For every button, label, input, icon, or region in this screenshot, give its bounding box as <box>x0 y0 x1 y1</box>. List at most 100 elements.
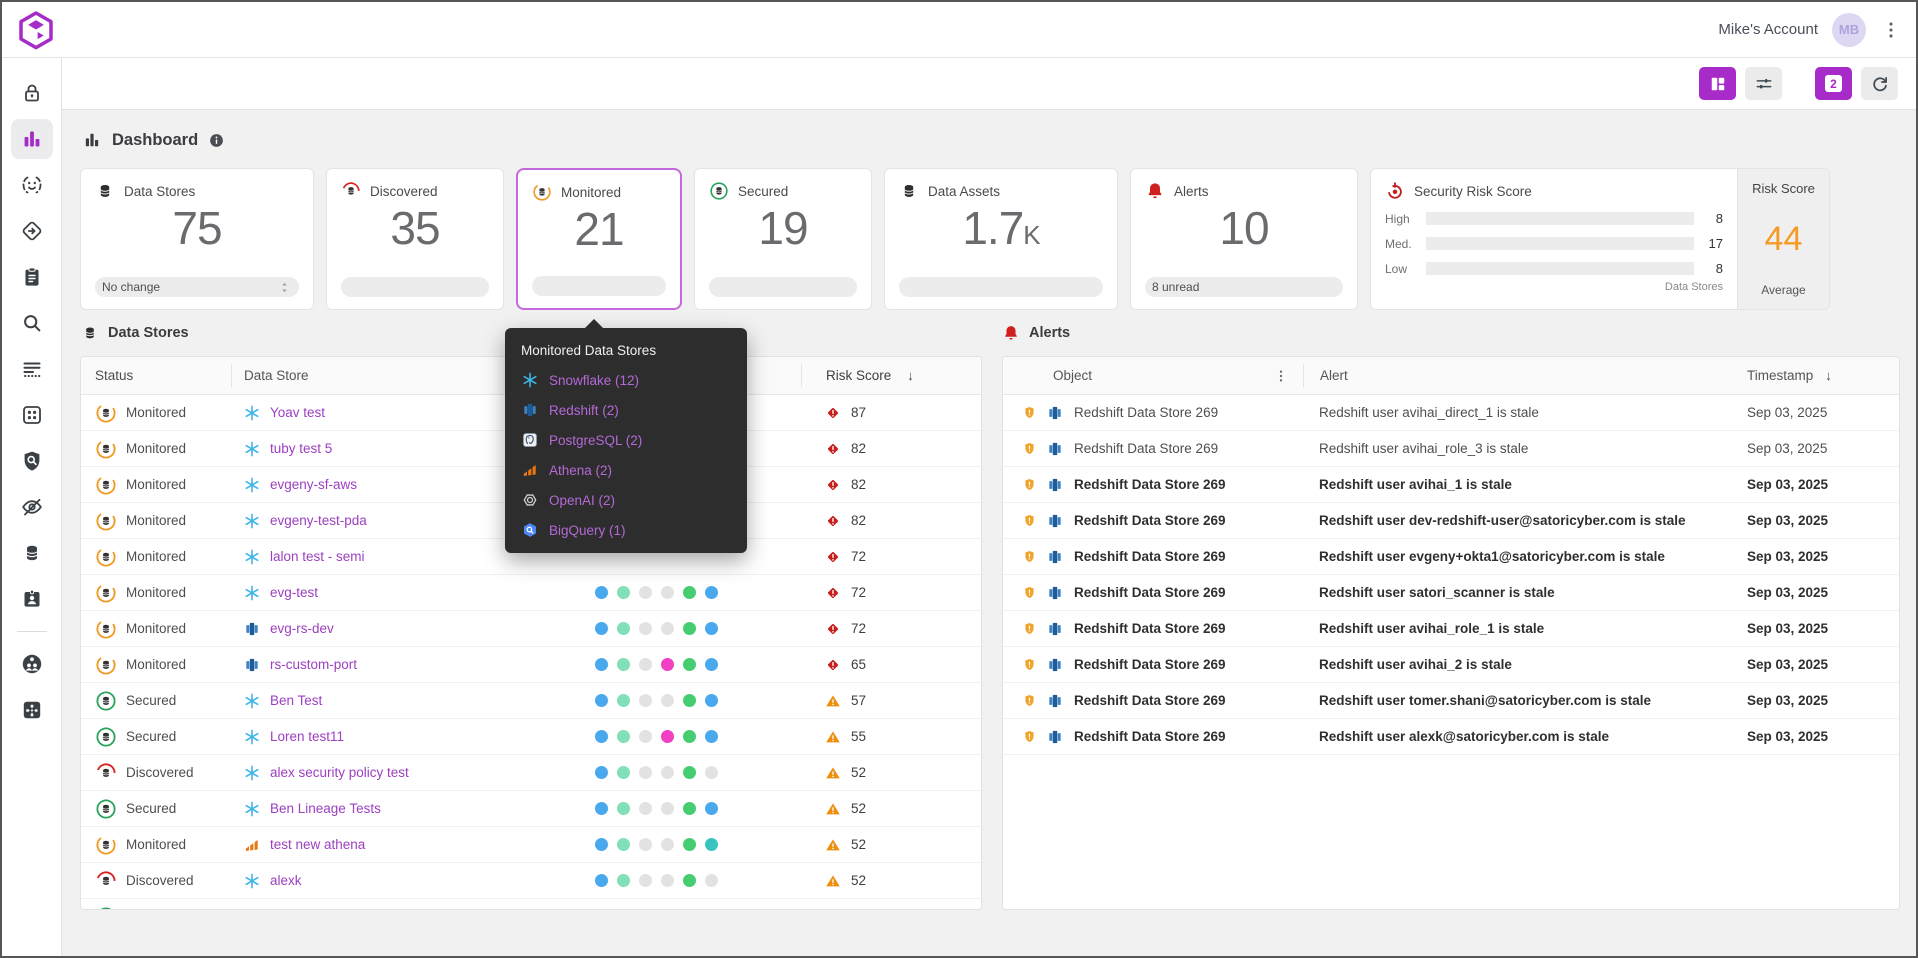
stat-card-monitored[interactable]: Monitored 21 <box>516 168 682 310</box>
datastore-link[interactable]: alex security policy test <box>270 765 409 780</box>
alert-timestamp-cell: Sep 03, 2025 <box>1747 513 1829 528</box>
stat-card-data-stores[interactable]: Data Stores 75 No change <box>80 168 314 310</box>
info-icon[interactable] <box>208 132 225 149</box>
datastore-row[interactable]: Secured Ben Lineage Tests 52 <box>81 791 981 827</box>
datastore-row[interactable]: Monitored rs-custom-port 65 <box>81 647 981 683</box>
stat-card-secured[interactable]: Secured 19 <box>694 168 872 310</box>
stat-card-footer <box>899 277 1103 297</box>
datastore-row[interactable]: Monitored test new athena 52 <box>81 827 981 863</box>
datastore-row[interactable]: Discovered alex security policy test 52 <box>81 755 981 791</box>
tooltip-link[interactable]: PostgreSQL (2) <box>549 433 642 448</box>
datastore-link[interactable]: tuby test 5 <box>270 441 332 456</box>
sidebar-item-lock[interactable] <box>11 73 53 113</box>
sidebar-item-face-scan[interactable] <box>11 165 53 205</box>
risk-score-bars-panel: Security Risk Score High 8 Med. 17 Low 8 Data… <box>1371 169 1737 309</box>
datastore-link[interactable]: Yoav test <box>270 405 325 420</box>
datastore-link[interactable]: lalon test - semi <box>270 549 365 564</box>
datastore-link[interactable]: Loren test11 <box>270 729 344 744</box>
datastore-link[interactable]: evgeny-sf-aws <box>270 477 357 492</box>
panel-2-button[interactable]: 2 <box>1815 67 1852 100</box>
alert-row[interactable]: Redshift Data Store 269 Redshift user avi… <box>1003 431 1899 467</box>
stat-card-header: Secured <box>709 181 857 201</box>
datastore-row[interactable]: Monitored evg-test 72 <box>81 575 981 611</box>
sort-updown-icon[interactable] <box>277 280 292 295</box>
sidebar-item-eye-off[interactable] <box>11 487 53 527</box>
column-menu-icon[interactable] <box>1273 368 1289 384</box>
avatar[interactable]: MB <box>1832 12 1866 47</box>
sensitive-data-dot <box>661 766 674 779</box>
risk-score-panel: Risk Score 44 Average <box>1737 169 1829 309</box>
alerts-table: Object Alert Timestamp ↓ Redshift Data S… <box>1002 356 1900 910</box>
alert-row[interactable]: Redshift Data Store 269 Redshift user ale… <box>1003 719 1899 755</box>
stat-card-alerts[interactable]: Alerts 10 8 unread <box>1130 168 1358 310</box>
tooltip-link[interactable]: Snowflake (12) <box>549 373 639 388</box>
tooltip-item-snowflake: Snowflake (12) <box>521 371 731 389</box>
alert-row[interactable]: Redshift Data Store 269 Redshift user tom… <box>1003 683 1899 719</box>
sidebar-item-navigate-diamond[interactable] <box>11 211 53 251</box>
datastore-link[interactable]: Ben Test <box>270 693 322 708</box>
sidebar-item-list-rows[interactable] <box>11 349 53 389</box>
column-header-timestamp[interactable]: Timestamp ↓ <box>1747 364 1899 386</box>
tooltip-link[interactable]: BigQuery (1) <box>549 523 626 538</box>
redshift-icon <box>243 620 261 638</box>
tooltip-link[interactable]: Athena (2) <box>549 463 612 478</box>
column-header-status[interactable]: Status <box>81 364 231 386</box>
alert-row[interactable]: Redshift Data Store 269 Redshift user avi… <box>1003 647 1899 683</box>
sort-desc-icon: ↓ <box>1825 368 1832 383</box>
lock-icon <box>20 81 44 105</box>
stat-card-value: 10 <box>1219 202 1269 254</box>
column-header-risk-score[interactable]: Risk Score ↓ <box>801 364 981 387</box>
datastore-row[interactable]: Secured <box>81 899 981 909</box>
alert-row[interactable]: Redshift Data Store 269 Redshift user evg… <box>1003 539 1899 575</box>
datastore-link[interactable]: evgeny-test-pda <box>270 513 367 528</box>
tooltip-link[interactable]: OpenAI (2) <box>549 493 615 508</box>
datastore-link[interactable]: evg-test <box>270 585 318 600</box>
alert-row[interactable]: Redshift Data Store 269 Redshift user dev… <box>1003 503 1899 539</box>
datastore-row[interactable]: Discovered alexk 52 <box>81 863 981 899</box>
sidebar-item-grid-square[interactable] <box>11 395 53 435</box>
alert-row[interactable]: Redshift Data Store 269 Redshift user avi… <box>1003 467 1899 503</box>
datastore-row[interactable]: Secured Ben Test 57 <box>81 683 981 719</box>
sidebar-item-id-badge[interactable] <box>11 579 53 619</box>
sensitive-data-dot <box>617 658 630 671</box>
user-pie-icon <box>20 652 44 676</box>
risk-score-cell: 55 <box>801 719 981 754</box>
refresh-button[interactable] <box>1861 67 1898 100</box>
layout-button[interactable] <box>1699 67 1736 100</box>
datastore-link[interactable]: evg-rs-dev <box>270 621 334 636</box>
datastore-row[interactable]: Secured Loren test11 55 <box>81 719 981 755</box>
sensitive-data-cell <box>571 658 801 671</box>
sensitive-data-dot <box>595 730 608 743</box>
datastore-row[interactable]: Monitored evg-rs-dev 72 <box>81 611 981 647</box>
risk-score-header-label: Risk Score <box>826 368 892 383</box>
sidebar-item-dashboard[interactable] <box>10 119 53 159</box>
risk-score-caption: Average <box>1761 283 1806 297</box>
alert-row[interactable]: Redshift Data Store 269 Redshift user avi… <box>1003 611 1899 647</box>
redshift-icon <box>1046 404 1064 422</box>
status-cell: Monitored <box>81 546 231 568</box>
sidebar-item-database[interactable] <box>11 533 53 573</box>
sidebar-item-clipboard[interactable] <box>11 257 53 297</box>
sidebar-item-puzzle[interactable] <box>11 690 53 730</box>
sliders-button[interactable] <box>1745 67 1782 100</box>
bell-icon <box>1145 181 1165 201</box>
gauge-icon <box>1385 181 1405 201</box>
datastore-link[interactable]: Ben Lineage Tests <box>270 801 381 816</box>
account-menu-button[interactable] <box>1880 17 1902 43</box>
column-header-alert[interactable]: Alert <box>1303 364 1747 387</box>
sidebar-item-user-pie[interactable] <box>11 644 53 684</box>
stat-footer-text: 8 unread <box>1152 280 1200 294</box>
sidebar-item-shield-search[interactable] <box>11 441 53 481</box>
stat-card-discovered[interactable]: Discovered 35 <box>326 168 504 310</box>
alert-row[interactable]: Redshift Data Store 269 Redshift user avi… <box>1003 395 1899 431</box>
datastore-link[interactable]: rs-custom-port <box>270 657 357 672</box>
datastore-link[interactable]: test new athena <box>270 837 365 852</box>
tooltip-link[interactable]: Redshift (2) <box>549 403 619 418</box>
sidebar-item-search[interactable] <box>11 303 53 343</box>
security-risk-score-card[interactable]: Security Risk Score High 8 Med. 17 Low 8 Data… <box>1370 168 1830 310</box>
alert-row[interactable]: Redshift Data Store 269 Redshift user sat… <box>1003 575 1899 611</box>
datastore-link[interactable]: alexk <box>270 873 302 888</box>
column-header-object[interactable]: Object <box>1003 364 1303 386</box>
stat-card-data-assets[interactable]: Data Assets 1.7K <box>884 168 1118 310</box>
sensitive-data-dot <box>617 622 630 635</box>
